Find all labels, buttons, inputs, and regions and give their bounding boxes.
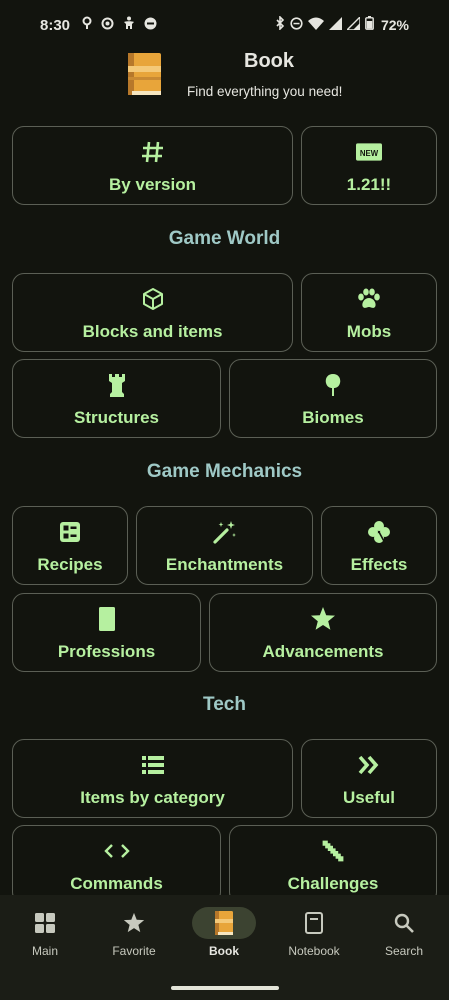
enchantments-tile[interactable]: Enchantments	[136, 506, 313, 585]
status-left: 8:30	[40, 16, 157, 34]
by-version-tile[interactable]: By version	[12, 126, 293, 205]
challenges-tile[interactable]: Challenges	[229, 825, 437, 904]
signal-secondary-icon	[345, 14, 361, 33]
hash-icon	[140, 139, 166, 165]
svg-text:NEW: NEW	[360, 149, 379, 158]
location-icon	[82, 16, 92, 34]
items-by-category-tile[interactable]: Items by category	[12, 739, 293, 818]
nav-search[interactable]: Search	[359, 895, 449, 975]
page-title: Book	[244, 50, 294, 72]
book-icon	[94, 606, 120, 632]
bluetooth-icon	[275, 15, 285, 33]
notebook-icon	[282, 907, 346, 939]
code-icon	[103, 838, 130, 864]
advancements-tile[interactable]: Advancements	[209, 593, 437, 672]
enchantments-label: Enchantments	[165, 555, 284, 574]
paw-icon	[356, 286, 382, 312]
magic-wand-icon	[212, 519, 238, 545]
tree-icon	[320, 372, 346, 398]
challenges-label: Challenges	[287, 874, 379, 893]
professions-tile[interactable]: Professions	[12, 593, 201, 672]
effects-tile[interactable]: Effects	[321, 506, 437, 585]
nav-search-label: Search	[384, 944, 424, 958]
biomes-label: Biomes	[302, 408, 364, 427]
mobs-tile[interactable]: Mobs	[301, 273, 437, 352]
grid-icon	[13, 907, 77, 939]
accessibility-icon	[123, 16, 135, 34]
cube-icon	[140, 286, 166, 312]
section-title-game-mechanics: Game Mechanics	[146, 461, 303, 482]
mobs-label: Mobs	[346, 322, 392, 341]
nav-favorite-label: Favorite	[112, 944, 156, 958]
nav-book-label: Book	[209, 944, 239, 958]
new-version-tile[interactable]: NEW 1.21!!	[301, 126, 437, 205]
book-nav-icon	[192, 907, 256, 939]
recipes-label: Recipes	[37, 555, 103, 574]
structures-label: Structures	[73, 408, 160, 427]
structures-tile[interactable]: Structures	[12, 359, 221, 438]
book-logo-icon	[128, 53, 161, 100]
signal-icon	[328, 16, 342, 33]
by-version-label: By version	[109, 175, 196, 194]
new-badge-icon: NEW	[356, 139, 382, 165]
double-chevron-right-icon	[356, 752, 382, 778]
section-title-tech: Tech	[203, 694, 246, 715]
status-right: 72%	[275, 14, 409, 33]
items-by-category-label: Items by category	[80, 788, 225, 807]
recipes-tile[interactable]: Recipes	[12, 506, 128, 585]
battery-percent: 72%	[380, 16, 409, 33]
bone-icon	[320, 838, 346, 864]
useful-tile[interactable]: Useful	[301, 739, 437, 818]
biomes-tile[interactable]: Biomes	[229, 359, 437, 438]
wifi-icon	[307, 17, 324, 33]
castle-tower-icon	[104, 372, 130, 398]
blocks-and-items-tile[interactable]: Blocks and items	[12, 273, 293, 352]
commands-label: Commands	[70, 874, 163, 893]
record-icon	[101, 17, 114, 34]
nav-notebook[interactable]: Notebook	[269, 895, 359, 975]
status-time: 8:30	[40, 16, 71, 34]
home-indicator[interactable]	[171, 986, 279, 990]
commands-tile[interactable]: Commands	[12, 825, 221, 904]
search-icon	[372, 907, 436, 939]
nav-main-label: Main	[31, 944, 58, 958]
nav-favorite[interactable]: Favorite	[89, 895, 179, 975]
advancements-label: Advancements	[262, 642, 384, 661]
nav-notebook-label: Notebook	[288, 944, 340, 958]
status-bar: 8:30 72%	[0, 0, 449, 50]
do-not-disturb-icon	[144, 17, 157, 34]
nav-book[interactable]: Book	[179, 895, 269, 975]
recipe-grid-icon	[57, 519, 83, 545]
bottom-navigation: Main Favorite Book Notebook Search	[0, 895, 449, 1000]
blocks-and-items-label: Blocks and items	[82, 322, 223, 341]
list-icon	[140, 752, 166, 778]
page-subtitle: Find everything you need!	[187, 84, 343, 99]
star-outline-icon	[102, 907, 166, 939]
effects-label: Effects	[350, 555, 408, 574]
nav-main[interactable]: Main	[0, 895, 90, 975]
clover-icon	[366, 519, 392, 545]
section-title-game-world: Game World	[168, 228, 281, 249]
professions-label: Professions	[57, 642, 156, 661]
useful-label: Useful	[343, 788, 395, 807]
star-icon	[310, 606, 336, 632]
new-version-label: 1.21!!	[346, 175, 392, 194]
minus-circle-icon	[290, 16, 303, 33]
battery-icon	[365, 16, 374, 33]
